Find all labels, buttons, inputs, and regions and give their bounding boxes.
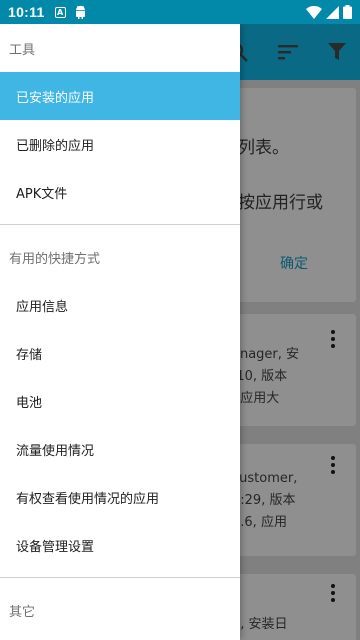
info-card-line-2: 按应用行或 [238,193,323,213]
confirm-button[interactable]: 确定 [280,253,308,273]
wifi-icon [306,5,322,19]
drawer-item-device-admin[interactable]: 设备管理设置 [0,521,240,569]
app-item-line: u, 安装日 [232,617,288,632]
drawer-item-storage[interactable]: 存储 [0,329,240,377]
more-vert-icon[interactable] [331,330,335,351]
battery-icon [343,5,352,19]
sort-icon[interactable] [278,44,298,60]
android-icon [74,5,87,19]
more-vert-icon[interactable] [331,456,335,477]
app-item-line: 5:29, 版本 [232,493,296,508]
app-item-line: anager, 安 [232,347,300,362]
status-time: 10:11 [8,4,45,20]
section-header-tools: 工具 [9,42,36,58]
app-item-line: :10, 版本 [232,369,288,384]
drawer-item-deleted-apps[interactable]: 已删除的应用 [0,120,240,168]
drawer-item-apk-files[interactable]: APK文件 [0,168,240,216]
app-item-line: customer, [232,471,298,486]
status-icons [306,5,352,19]
app-item-line: 0.6, 应用 [232,515,287,530]
section-header-other: 其它 [9,604,36,620]
a-notification-icon: A [54,6,66,18]
section-header-shortcuts: 有用的快捷方式 [9,251,101,267]
more-vert-icon[interactable] [331,584,335,605]
navigation-drawer: 工具 已安装的应用 已删除的应用 APK文件 有用的快捷方式 应用信息 存储 电… [0,24,240,640]
info-card-line-1: 列表。 [238,138,289,158]
filter-icon[interactable] [328,43,346,61]
drawer-item-installed-apps[interactable]: 已安装的应用 [0,72,240,120]
status-bar: 10:11 A [0,0,360,24]
drawer-item-usage-access[interactable]: 有权查看使用情况的应用 [0,473,240,521]
drawer-item-data-usage[interactable]: 流量使用情况 [0,425,240,473]
drawer-item-battery[interactable]: 电池 [0,377,240,425]
signal-icon [326,5,339,19]
drawer-item-app-info[interactable]: 应用信息 [0,281,240,329]
